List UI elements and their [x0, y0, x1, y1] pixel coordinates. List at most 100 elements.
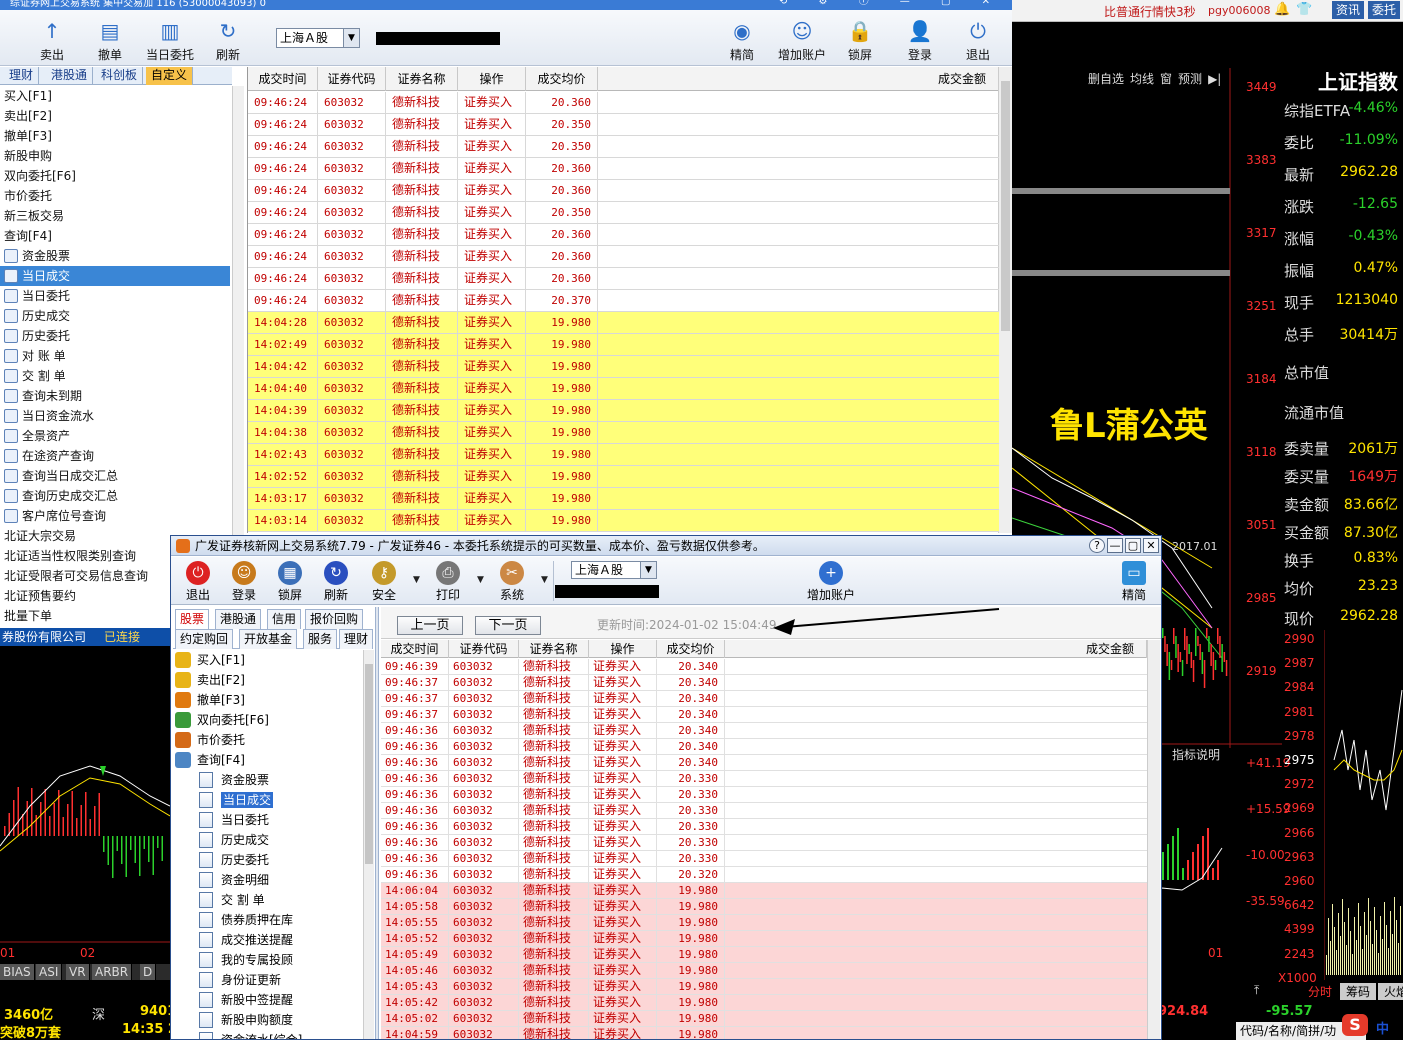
column-header[interactable]: 成交金额: [598, 67, 999, 91]
fg-market-select[interactable]: 上海Ａ股 ▼: [571, 561, 657, 579]
table-row[interactable]: 09:46:24 603032 德新科技 证券买入 20.360: [248, 268, 999, 290]
table-row[interactable]: 14:02:49 603032 德新科技 证券买入 19.980: [248, 334, 999, 356]
fg-tree-scrollbar[interactable]: [363, 650, 374, 1039]
tree-item[interactable]: 对 账 单: [0, 346, 230, 366]
table-row[interactable]: 09:46:24 603032 德新科技 证券买入 20.350: [248, 136, 999, 158]
fg-tab-3[interactable]: 报价回购: [305, 609, 364, 629]
chevron-down-icon[interactable]: ▼: [477, 575, 484, 585]
ime-indicator[interactable]: S: [1342, 1014, 1368, 1036]
fg-tab2-0[interactable]: 约定购回: [175, 629, 234, 649]
tree-item[interactable]: 客户席位号查询: [0, 506, 230, 526]
fg-tree-subitem[interactable]: 债券质押在库: [199, 910, 293, 930]
tree-item[interactable]: 全景资产: [0, 426, 230, 446]
table-row[interactable]: 14:03:17 603032 德新科技 证券买入 19.980: [248, 488, 999, 510]
table-row[interactable]: 14:05:58 603032 德新科技 证券买入 19.980: [381, 899, 1147, 915]
table-row[interactable]: 09:46:37 603032 德新科技 证券买入 20.340: [381, 691, 1147, 707]
table-row[interactable]: 09:46:24 603032 德新科技 证券买入 20.350: [248, 114, 999, 136]
chevron-down-icon[interactable]: ▼: [640, 562, 656, 578]
column-header[interactable]: 成交时间: [248, 67, 318, 91]
indicator-tab[interactable]: BIAS: [0, 964, 35, 980]
splitter[interactable]: [375, 607, 379, 1039]
indicator-tab[interactable]: D: [140, 964, 157, 980]
table-row[interactable]: 14:05:43 603032 德新科技 证券买入 19.980: [381, 979, 1147, 995]
fg-tree-subitem[interactable]: 新股申购额度: [199, 1010, 293, 1030]
foreground-title-bar[interactable]: 广发证券核新网上交易系统7.79 - 广发证券46 - 本委托系统提示的可买数量…: [171, 536, 1161, 556]
table-row[interactable]: 09:46:24 603032 德新科技 证券买入 20.350: [248, 202, 999, 224]
fg-toolbar-6-button[interactable]: ✂ 系统: [489, 559, 535, 603]
scroll-thumb[interactable]: [365, 664, 373, 864]
table-row[interactable]: 14:04:39 603032 德新科技 证券买入 19.980: [248, 400, 999, 422]
indicator-note[interactable]: 指标说明: [1172, 746, 1220, 763]
fg-toolbar-1-button[interactable]: ☺ 登录: [221, 559, 267, 603]
toolbar-1-button[interactable]: ▤ 撤单: [82, 14, 138, 64]
tree-item[interactable]: 交 割 单: [0, 366, 230, 386]
bg-tab-2[interactable]: 科创板: [96, 67, 144, 85]
fg-toolbar-5-button[interactable]: ⎙ 打印: [425, 559, 471, 603]
tree-item[interactable]: 新股申购: [0, 146, 230, 166]
table-row[interactable]: 14:05:49 603032 德新科技 证券买入 19.980: [381, 947, 1147, 963]
table-row[interactable]: 09:46:24 603032 德新科技 证券买入 20.360: [248, 224, 999, 246]
bg-tab-0[interactable]: 理财: [4, 67, 40, 85]
tree-item[interactable]: 查询当日成交汇总: [0, 466, 230, 486]
bottom-tab[interactable]: 分时: [1302, 983, 1338, 1000]
macd-chart[interactable]: [0, 646, 170, 956]
indicator-tab[interactable]: ASI: [36, 964, 63, 980]
fg-toolbar-3-button[interactable]: ↻ 刷新: [313, 559, 359, 603]
bg-tab-1[interactable]: 港股通: [46, 67, 94, 85]
fg-tree-subitem[interactable]: 交 割 单: [199, 890, 265, 910]
column-header[interactable]: 操作: [458, 67, 526, 91]
window-controls[interactable]: ⟲ ⚙ ⓘ — ▢ ✕: [779, 0, 1004, 7]
up-arrow-icon[interactable]: ⤒: [1254, 983, 1259, 998]
fg-tree-subitem[interactable]: 我的专属投顾: [199, 950, 293, 970]
column-header[interactable]: 证券代码: [449, 640, 519, 658]
tree-item[interactable]: 查询[F4]: [0, 226, 230, 246]
table-row[interactable]: 09:46:24 603032 德新科技 证券买入 20.360: [248, 92, 999, 114]
prev-page-button[interactable]: 上一页: [397, 616, 463, 635]
tree-item[interactable]: 双向委托[F6]: [0, 166, 230, 186]
fg-tab2-2[interactable]: 服务: [303, 629, 338, 649]
toolbar-0-button[interactable]: ↑ 卖出: [24, 14, 80, 64]
scroll-thumb[interactable]: [1001, 81, 1010, 331]
column-header[interactable]: 操作: [589, 640, 657, 658]
table-row[interactable]: 14:04:59 603032 德新科技 证券买入 19.980: [381, 1027, 1147, 1039]
table-row[interactable]: 14:02:52 603032 德新科技 证券买入 19.980: [248, 466, 999, 488]
chevron-down-icon[interactable]: ▼: [541, 575, 548, 585]
fg-tree-item[interactable]: 买入[F1]: [175, 650, 245, 670]
toolbar-right-0-button[interactable]: ◉ 精简: [714, 14, 770, 64]
table-row[interactable]: 09:46:39 603032 德新科技 证券买入 20.340: [381, 659, 1147, 675]
table-row[interactable]: 09:46:36 603032 德新科技 证券买入 20.330: [381, 819, 1147, 835]
tree-item[interactable]: 买入[F1]: [0, 86, 230, 106]
simple-mode-button[interactable]: ▭ 精简: [1111, 559, 1157, 603]
table-row[interactable]: 09:46:36 603032 德新科技 证券买入 20.330: [381, 835, 1147, 851]
table-row[interactable]: 09:46:24 603032 德新科技 证券买入 20.360: [248, 246, 999, 268]
table-row[interactable]: 14:05:55 603032 德新科技 证券买入 19.980: [381, 915, 1147, 931]
table-row[interactable]: 14:04:28 603032 德新科技 证券买入 19.980: [248, 312, 999, 334]
tree-item[interactable]: 查询历史成交汇总: [0, 486, 230, 506]
bottom-tab[interactable]: 火焰: [1378, 983, 1403, 1000]
table-scrollbar[interactable]: [1147, 640, 1160, 1039]
table-row[interactable]: 09:46:37 603032 德新科技 证券买入 20.340: [381, 675, 1147, 691]
tree-item[interactable]: 资金股票: [0, 246, 230, 266]
column-header[interactable]: 证券代码: [318, 67, 386, 91]
tree-item[interactable]: 在途资产查询: [0, 446, 230, 466]
fg-tree-subitem[interactable]: 资金股票: [199, 770, 269, 790]
bg-tab-3[interactable]: 自定义: [146, 67, 194, 85]
column-header[interactable]: 成交均价: [657, 640, 725, 658]
toolbar-right-4-button[interactable]: ⏻ 退出: [950, 14, 1006, 64]
intraday-mini-chart[interactable]: [1324, 630, 1403, 980]
toolbar-right-2-button[interactable]: 🔒 锁屏: [832, 14, 888, 64]
column-header[interactable]: 成交金额: [725, 640, 1147, 658]
tree-item[interactable]: 卖出[F2]: [0, 106, 230, 126]
table-row[interactable]: 14:02:43 603032 德新科技 证券买入 19.980: [248, 444, 999, 466]
fg-tree-item[interactable]: 市价委托: [175, 730, 245, 750]
add-account-button[interactable]: + 增加账户: [795, 559, 867, 603]
fg-toolbar-0-button[interactable]: ⏻ 退出: [175, 559, 221, 603]
fg-toolbar-4-button[interactable]: ⚷ 安全: [361, 559, 407, 603]
table-row[interactable]: 14:05:02 603032 德新科技 证券买入 19.980: [381, 1011, 1147, 1027]
fg-tree-subitem[interactable]: 当日委托: [199, 810, 269, 830]
fg-tree-item[interactable]: 撤单[F3]: [175, 690, 245, 710]
fg-tab-0[interactable]: 股票: [175, 609, 210, 629]
tree-item[interactable]: 当日成交: [0, 266, 230, 286]
tree-item[interactable]: 当日资金流水: [0, 406, 230, 426]
tree-item[interactable]: 当日委托: [0, 286, 230, 306]
